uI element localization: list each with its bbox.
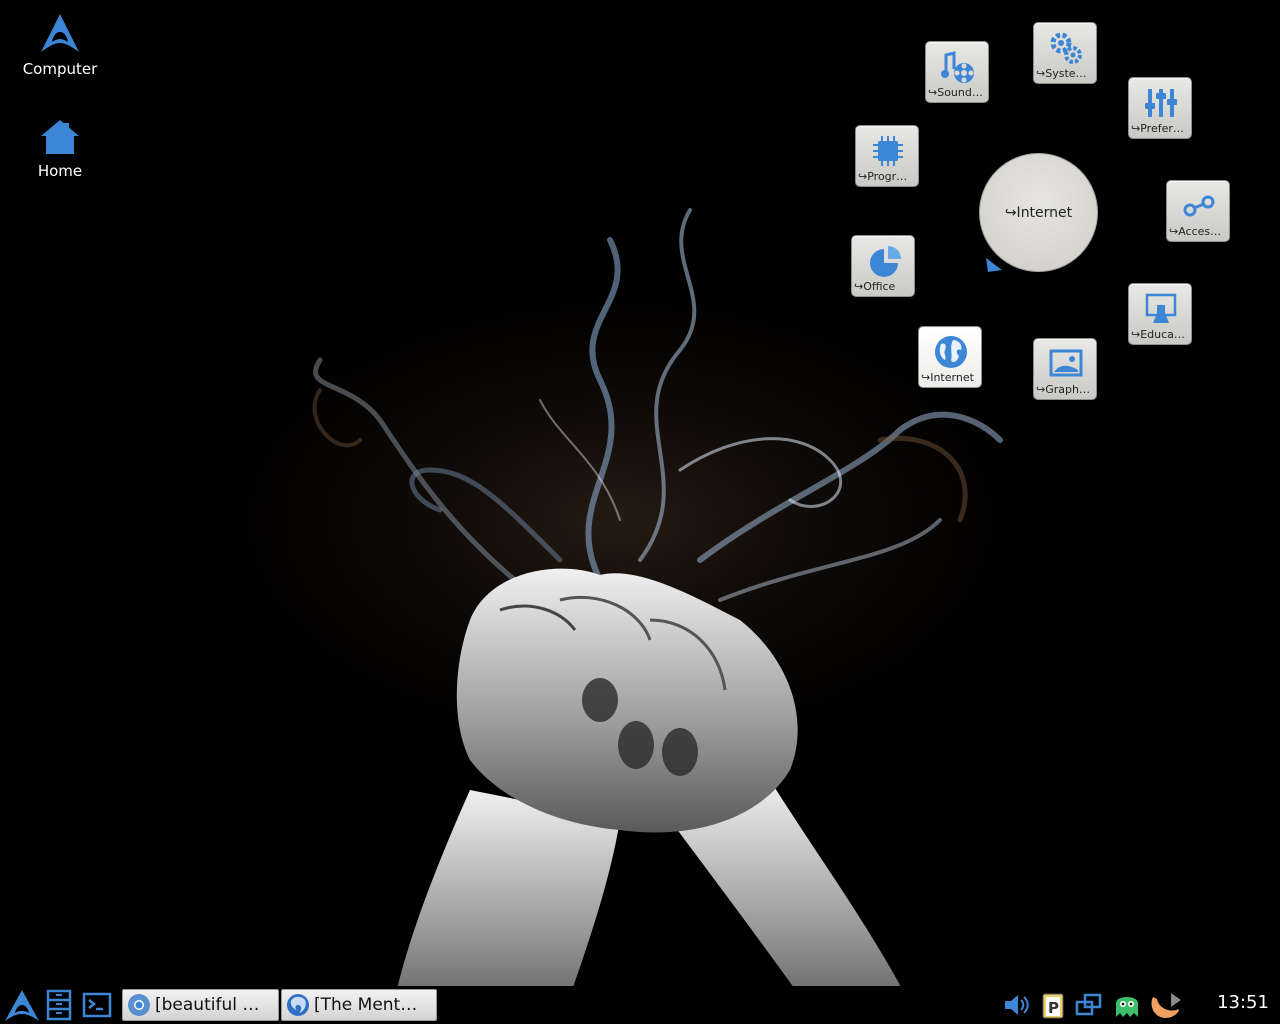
task-label: [The Ment… [314, 995, 418, 1015]
night-mode-icon[interactable] [1147, 991, 1185, 1019]
menu-item-internet[interactable]: ↪Internet [918, 326, 982, 388]
arch-menu-icon[interactable] [4, 989, 40, 1021]
education-icon [1145, 293, 1177, 323]
menu-item-label: ↪Prefer… [1131, 122, 1184, 135]
arch-logo-icon [41, 14, 79, 52]
menu-item-preferences[interactable]: ↪Prefer… [1128, 77, 1192, 139]
task-label: [beautiful … [155, 995, 260, 1015]
office-chart-icon [870, 246, 901, 277]
volume-icon[interactable] [1002, 991, 1032, 1019]
radial-center-label: ↪Internet [1004, 204, 1073, 221]
menu-item-graphics[interactable]: ↪Graph… [1033, 338, 1097, 400]
menu-item-label: ↪Progr… [858, 170, 908, 183]
desktop-icon-home[interactable]: Home [10, 118, 110, 180]
menu-item-label: ↪Graph… [1036, 383, 1090, 396]
picture-icon [1049, 349, 1083, 377]
taskbar-task-chromium[interactable]: [beautiful … [122, 989, 279, 1021]
chromium-icon [128, 994, 150, 1016]
accessories-icon [1183, 195, 1215, 217]
menu-item-education[interactable]: ↪Educa… [1128, 283, 1192, 345]
menu-item-accessories[interactable]: ↪Acces… [1166, 180, 1230, 242]
menu-item-office[interactable]: ↪Office [851, 235, 915, 297]
wallpaper-hands-smoke [100, 208, 1140, 1024]
menu-item-label: ↪Syste… [1036, 67, 1087, 80]
clock[interactable]: 13:51 [1210, 992, 1276, 1013]
chip-icon [873, 136, 903, 166]
file-manager-icon[interactable] [46, 989, 72, 1021]
taskbar: [beautiful … [The Ment… P 13:51 [0, 986, 1280, 1024]
gears-icon [1050, 32, 1082, 64]
desktop-icon-label: Computer [22, 60, 98, 78]
menu-item-label: ↪Office [854, 280, 896, 293]
menu-item-label: ↪Educa… [1131, 328, 1185, 341]
menu-item-system[interactable]: ↪Syste… [1033, 22, 1097, 84]
sliders-icon [1145, 89, 1177, 117]
windows-icon[interactable] [1074, 991, 1104, 1019]
desktop-icon-label: Home [37, 162, 83, 180]
clipboard-icon[interactable]: P [1038, 991, 1068, 1019]
menu-item-sound-video[interactable]: ↪Sound… [925, 41, 989, 103]
radial-menu-center[interactable]: ↪Internet [979, 153, 1098, 272]
home-icon [41, 120, 79, 154]
taskbar-task-firefox[interactable]: [The Ment… [281, 989, 437, 1021]
terminal-icon[interactable] [82, 989, 112, 1021]
firefox-icon [287, 994, 309, 1016]
menu-pointer-icon [986, 258, 1002, 272]
ghost-icon[interactable] [1112, 991, 1142, 1019]
menu-item-label: ↪Acces… [1169, 225, 1222, 238]
menu-item-label: ↪Sound… [928, 86, 983, 99]
desktop-icon-computer[interactable]: Computer [10, 12, 110, 78]
menu-item-programming[interactable]: ↪Progr… [855, 125, 919, 187]
globe-icon [935, 336, 967, 368]
svg-text:P: P [1048, 999, 1059, 1017]
menu-item-label: ↪Internet [921, 371, 974, 384]
sound-video-icon [941, 51, 974, 83]
